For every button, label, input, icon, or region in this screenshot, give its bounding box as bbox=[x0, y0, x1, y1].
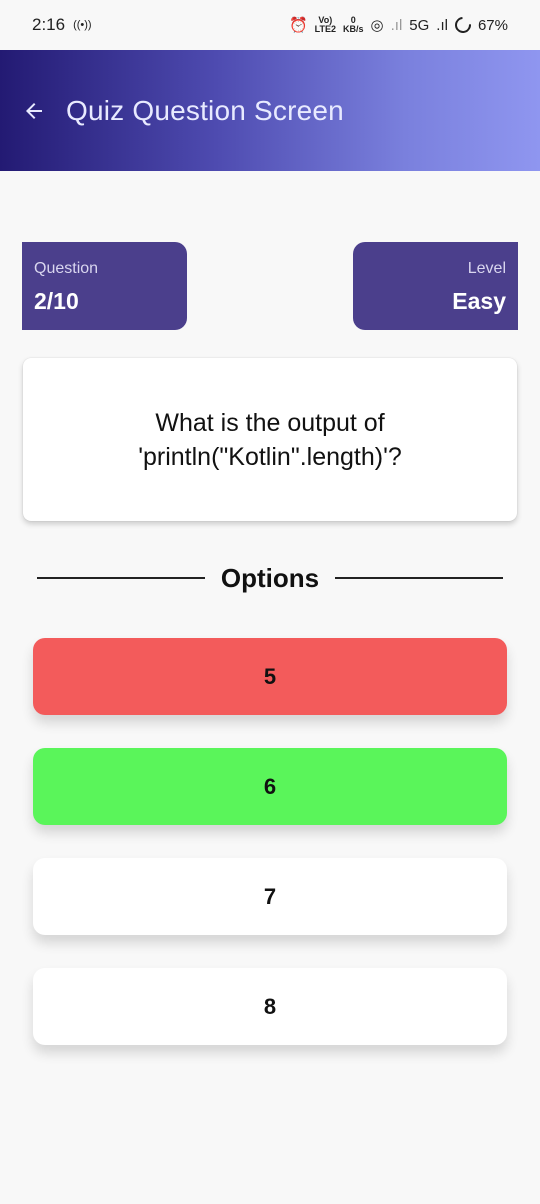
back-arrow-icon[interactable] bbox=[20, 97, 48, 125]
options-header: Options bbox=[37, 560, 503, 596]
option-label: 5 bbox=[263, 663, 277, 689]
page-title: Quiz Question Screen bbox=[66, 94, 344, 126]
option-button-2[interactable]: 6 bbox=[33, 748, 507, 825]
battery-level: 67% bbox=[477, 16, 508, 34]
option-label: 7 bbox=[263, 883, 277, 909]
question-counter-label: Question bbox=[34, 260, 99, 277]
signal-icon-1: .ıl bbox=[390, 16, 403, 34]
app-bar: Quiz Question Screen bbox=[0, 50, 540, 171]
signal-icon-2: .ıl bbox=[436, 16, 448, 34]
question-card: What is the output of 'println("Kotlin".… bbox=[23, 358, 517, 521]
question-counter-value: 2/10 bbox=[34, 288, 79, 314]
question-text: What is the output of 'println("Kotlin".… bbox=[138, 408, 402, 471]
hotspot-icon: ((•)) bbox=[73, 19, 92, 31]
level-card: Level Easy bbox=[353, 242, 518, 330]
option-label: 8 bbox=[263, 993, 277, 1019]
lte-label: LTE2 bbox=[314, 24, 336, 34]
option-button-3[interactable]: 7 bbox=[33, 858, 507, 935]
options-divider-right bbox=[335, 577, 503, 579]
options-divider-left bbox=[37, 577, 205, 579]
status-bar: 2:16 ((•)) ⏰ Vo) LTE2 0 KB/s ◎ .ıl 5G .ı… bbox=[0, 0, 540, 50]
option-label: 6 bbox=[263, 773, 277, 799]
options-title: Options bbox=[220, 562, 320, 593]
volte-indicator: Vo) LTE2 bbox=[315, 16, 336, 34]
question-counter-card: Question 2/10 bbox=[22, 242, 187, 330]
network-type: 5G bbox=[409, 16, 430, 34]
option-button-4[interactable]: 8 bbox=[33, 968, 507, 1045]
battery-icon bbox=[451, 13, 475, 37]
level-label: Level bbox=[467, 260, 506, 277]
level-value: Easy bbox=[452, 288, 506, 314]
option-button-1[interactable]: 5 bbox=[33, 638, 507, 715]
status-time: 2:16 bbox=[32, 15, 66, 34]
alarm-icon: ⏰ bbox=[288, 17, 308, 34]
wifi-icon: ◎ bbox=[370, 17, 384, 34]
network-speed: 0 KB/s bbox=[343, 16, 364, 34]
speed-unit: KB/s bbox=[343, 24, 364, 34]
